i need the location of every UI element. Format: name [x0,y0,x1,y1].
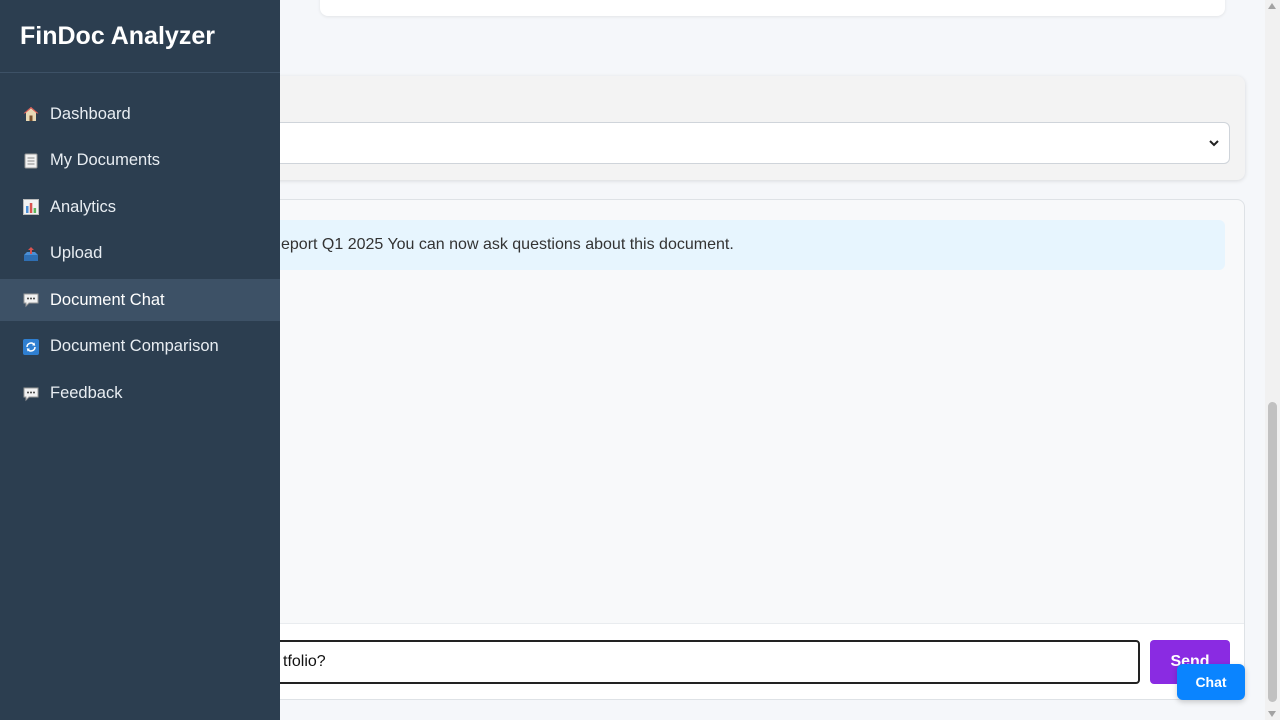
document-icon [22,152,39,169]
speech-bubble-icon [22,292,39,309]
sidebar-item-upload[interactable]: Upload [0,233,280,275]
sidebar-item-label: Document Chat [50,290,165,309]
inbox-tray-icon [22,245,39,262]
speech-bubble-icon [22,385,39,402]
app-title: FinDoc Analyzer [0,0,280,73]
system-message: eport Q1 2025 You can now ask questions … [261,220,1225,270]
sidebar-item-label: Document Comparison [50,337,219,356]
chevron-down-icon [1209,140,1219,147]
chat-panel: eport Q1 2025 You can now ask questions … [250,199,1245,700]
sidebar-nav: Dashboard My Documents Analytics Upload … [0,93,280,415]
sidebar-item-feedback[interactable]: Feedback [0,373,280,415]
chat-input[interactable]: tfolio? [261,640,1140,684]
sidebar-item-label: Feedback [50,384,123,403]
document-select[interactable] [260,122,1230,164]
sidebar-item-document-comparison[interactable]: Document Comparison [0,326,280,368]
scroll-up-arrow-icon[interactable] [1268,3,1276,9]
bar-chart-icon [22,199,39,216]
chat-fab-button[interactable]: Chat [1177,664,1245,700]
chat-input-row: tfolio? Send [251,623,1244,699]
house-icon [22,106,39,123]
sidebar-item-label: Analytics [50,197,117,216]
sidebar-item-document-chat[interactable]: Document Chat [0,279,280,322]
sidebar-item-label: My Documents [50,151,161,170]
top-card [320,0,1225,16]
sidebar: FinDoc Analyzer Dashboard My Documents A… [0,0,280,720]
sidebar-item-analytics[interactable]: Analytics [0,186,280,228]
sidebar-item-dashboard[interactable]: Dashboard [0,93,280,135]
sidebar-item-label: Dashboard [50,104,131,123]
sidebar-item-label: Upload [50,244,103,263]
refresh-arrows-icon [22,338,39,355]
scrollbar[interactable] [1265,0,1280,720]
scroll-thumb[interactable] [1268,402,1277,702]
sidebar-item-my-documents[interactable]: My Documents [0,140,280,182]
scroll-down-arrow-icon[interactable] [1268,711,1276,717]
